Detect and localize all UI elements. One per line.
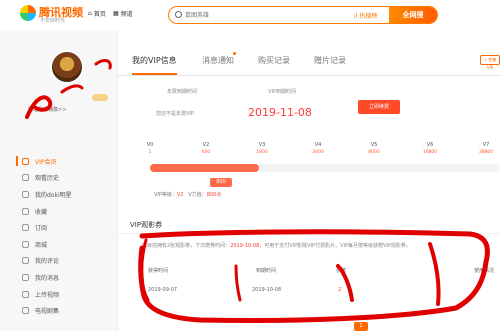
col-usage: 使用情况	[474, 268, 495, 274]
tab-gift-records[interactable]: 赠片记录	[314, 55, 346, 66]
pagination-current[interactable]: 1	[354, 322, 368, 331]
level-marker: V0 1	[146, 142, 154, 155]
vip-icon	[22, 157, 29, 165]
manage-idols-link[interactable]: 管理我的偶像>>	[28, 106, 66, 113]
tv-icon	[22, 307, 29, 315]
logo-slogan: 不负好时光	[40, 18, 66, 24]
sidebar-item-series[interactable]: 电视剧集	[0, 302, 118, 319]
col-count: 张数	[336, 268, 347, 274]
nav-home-label: 首页	[93, 11, 106, 18]
logo[interactable]: 腾讯视频 不负好时光	[20, 4, 83, 26]
level-marker: V7 38800	[478, 142, 494, 155]
nav-channel[interactable]: ▦ 频道	[113, 9, 133, 18]
tencent-video-logo-icon	[20, 5, 36, 21]
clock-icon	[22, 174, 29, 182]
vip-expire-date: 2019-11-08	[248, 106, 312, 119]
sidebar-item-mall[interactable]: 商城	[0, 236, 118, 253]
vip-progress-fill	[150, 164, 259, 172]
vip-level-badge	[92, 94, 108, 101]
sidebar-item-label: 我的评论	[35, 258, 60, 266]
col-expire: 到期时间	[256, 268, 277, 274]
sidebar-item-label: 上传视频	[35, 291, 60, 299]
growth-value: 800点	[206, 192, 222, 198]
hot-search-label: 热搜榜	[359, 13, 378, 20]
home-icon: ⌂	[88, 10, 92, 17]
tab-notifications[interactable]: 消息通知	[202, 55, 234, 66]
main-content: 我的VIP信息 消息通知 购买记录 赠片记录 < 完善VIP 年费到期时间 您还…	[118, 30, 500, 331]
upload-icon	[22, 290, 29, 298]
sidebar-item-label: 收藏	[35, 208, 48, 216]
level-marker: V3 1800	[256, 142, 268, 155]
message-icon	[22, 273, 29, 281]
col-obtained: 获得时间	[148, 268, 169, 274]
cell-expire: 2019-10-08	[252, 287, 282, 293]
notification-dot	[233, 52, 236, 55]
level-marker: V4 3600	[312, 142, 324, 155]
bell-icon	[22, 224, 29, 232]
sidebar: 管理我的偶像>> VIP会员 观看历史 我的doki明星 收藏 订阅 商城 我的…	[0, 30, 118, 331]
sidebar-item-label: 我的doki明星	[35, 191, 72, 199]
star-icon	[22, 190, 29, 198]
sidebar-item-label: 商城	[35, 241, 48, 249]
all-net-search-button[interactable]: 全网搜	[389, 7, 437, 23]
sidebar-item-label: VIP会员	[35, 158, 57, 166]
sidebar-item-label: 我的消息	[35, 274, 60, 282]
vip-level-value: V2	[176, 192, 184, 198]
sidebar-item-label: 电视剧集	[35, 308, 60, 316]
complete-vip-link[interactable]: < 完善VIP	[480, 55, 500, 70]
current-value-tip: 800	[210, 178, 232, 187]
shop-icon	[22, 240, 29, 248]
hot-search-link[interactable]: ıl 热搜榜	[354, 11, 377, 20]
cell-obtained: 2019-09-07	[148, 287, 178, 293]
annual-expire-label: 年费到期时间	[166, 89, 197, 95]
tab-bar: 我的VIP信息 消息通知 购买记录 赠片记录	[118, 50, 500, 76]
sidebar-item-subscriptions[interactable]: 订阅	[0, 219, 118, 236]
sidebar-menu: VIP会员 观看历史 我的doki明星 收藏 订阅 商城 我的评论 我的消息 上…	[0, 153, 118, 319]
vip-stat-line: VIP等级：V2 V力值：800点	[154, 191, 221, 198]
tab-purchase-records[interactable]: 购买记录	[258, 55, 290, 66]
vip-level-scale: V0 1 V2 600 V3 1800 V4 3600 V5 8000 V6 16800 V…	[147, 142, 500, 155]
sidebar-item-label: 观看历史	[35, 175, 60, 183]
coupon-notice: 您目前拥有2张观影券，下次赠券时间：2019-10-08，可用于支付VIP影院V…	[142, 243, 411, 249]
sidebar-item-history[interactable]: 观看历史	[0, 170, 118, 187]
search-bar: ıl 热搜榜 全网搜	[168, 6, 438, 24]
level-marker: V6 16800	[422, 142, 438, 155]
renew-now-button[interactable]: 立即续费	[358, 100, 400, 114]
level-marker: V5 8000	[368, 142, 380, 155]
annual-expire-value: 您还不是年费VIP	[156, 111, 194, 117]
search-input[interactable]	[185, 9, 345, 22]
sidebar-item-favorites[interactable]: 收藏	[0, 203, 118, 220]
sidebar-item-vip[interactable]: VIP会员	[0, 153, 118, 170]
heart-icon	[22, 207, 29, 215]
growth-label: V力值：	[188, 192, 207, 198]
vip-progress-track	[150, 164, 500, 172]
sidebar-item-upload[interactable]: 上传视频	[0, 286, 118, 303]
vip-level-label: VIP等级：	[154, 192, 177, 198]
search-icon[interactable]	[175, 11, 182, 18]
cell-count: 2	[338, 287, 342, 293]
comment-icon	[22, 257, 29, 265]
vip-expire-label: VIP到期时间	[268, 89, 296, 95]
grid-icon: ▦	[113, 10, 119, 17]
avatar[interactable]	[50, 50, 84, 84]
sidebar-item-doki[interactable]: 我的doki明星	[0, 186, 118, 203]
top-bar: 腾讯视频 不负好时光 ⌂ 首页 ▦ 频道 ıl 热搜榜 全网搜	[0, 0, 500, 30]
nav-channel-label: 频道	[120, 11, 133, 18]
tab-my-vip[interactable]: 我的VIP信息	[132, 55, 177, 75]
level-marker: V2 600	[201, 142, 211, 155]
nav-home[interactable]: ⌂ 首页	[88, 9, 106, 18]
sidebar-item-label: 订阅	[35, 225, 48, 233]
sidebar-item-messages[interactable]: 我的消息	[0, 269, 118, 286]
sidebar-item-comments[interactable]: 我的评论	[0, 253, 118, 270]
coupon-section-title: VIP观影券	[130, 221, 163, 229]
section-divider	[118, 233, 500, 234]
